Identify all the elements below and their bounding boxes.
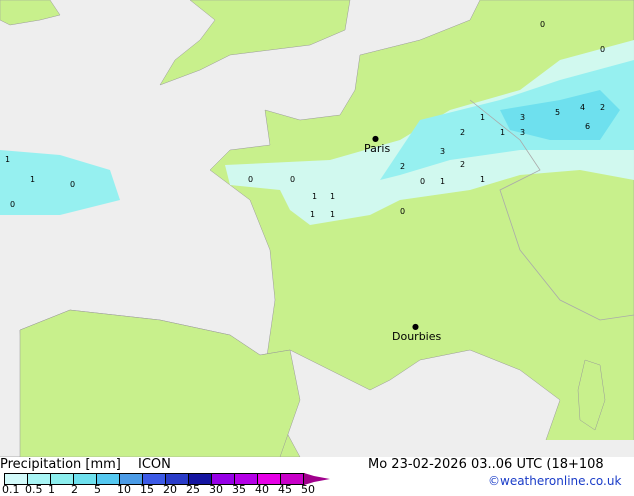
precip-value: 2 <box>460 160 466 169</box>
precip-value: 3 <box>520 113 526 122</box>
precip-value: 6 <box>585 122 591 131</box>
credit-link[interactable]: ©weatheronline.co.uk <box>488 474 621 488</box>
city-label-dourbies: Dourbies <box>392 330 442 343</box>
precip-value: 0 <box>290 175 296 184</box>
model-name: ICON <box>138 457 171 472</box>
precip-value: 0 <box>600 45 606 54</box>
precip-value: 0 <box>540 20 546 29</box>
precip-value: 0 <box>400 207 406 216</box>
precip-value: 5 <box>555 108 561 117</box>
precip-value: 4 <box>580 103 586 112</box>
precip-value: 2 <box>400 162 406 171</box>
precip-value: 1 <box>440 177 446 186</box>
precip-value: 0 <box>420 177 426 186</box>
precip-value: 1 <box>330 210 336 219</box>
precip-value: 2 <box>600 103 606 112</box>
map-title: Precipitation [mm] <box>0 457 121 472</box>
city-label-paris: Paris <box>364 142 391 155</box>
city-dot-icon: ● <box>412 322 419 331</box>
precip-value: 1 <box>30 175 36 184</box>
precip-value: 2 <box>460 128 466 137</box>
footer: Precipitation [mm] ICON Mo 23-02-2026 03… <box>0 457 634 496</box>
precip-value: 3 <box>520 128 526 137</box>
precip-value: 1 <box>480 175 486 184</box>
precip-value: 0 <box>10 200 16 209</box>
precip-value: 3 <box>440 147 446 156</box>
precip-value: 1 <box>312 192 318 201</box>
precip-value: 1 <box>310 210 316 219</box>
valid-datetime: Mo 23-02-2026 03..06 UTC (18+108 <box>368 457 604 472</box>
precip-value: 1 <box>500 128 506 137</box>
sea-mediterranean <box>540 440 634 457</box>
precip-value: 1 <box>480 113 486 122</box>
precipitation-map[interactable]: Paris ● Dourbies ● 0 1 1 2 3 2 1 1 3 5 4 2 3 6 0 1 1 0 0 1 2… <box>0 0 634 458</box>
precip-value: 1 <box>330 192 336 201</box>
precip-value: 0 <box>70 180 76 189</box>
precip-value: 0 <box>248 175 254 184</box>
map-canvas <box>0 0 634 458</box>
precip-value: 1 <box>5 155 11 164</box>
city-dot-icon: ● <box>372 134 379 143</box>
